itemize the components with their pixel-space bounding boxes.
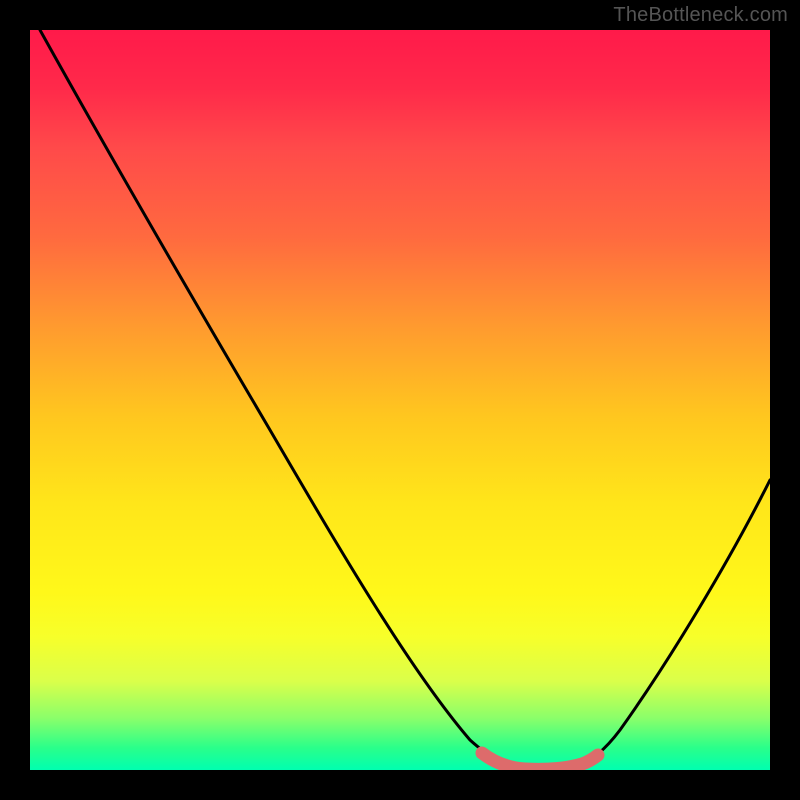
watermark-text: TheBottleneck.com [613,4,788,27]
chart-svg [30,30,770,770]
optimal-zone-marker-path [482,753,598,769]
bottleneck-curve-path [40,30,770,769]
